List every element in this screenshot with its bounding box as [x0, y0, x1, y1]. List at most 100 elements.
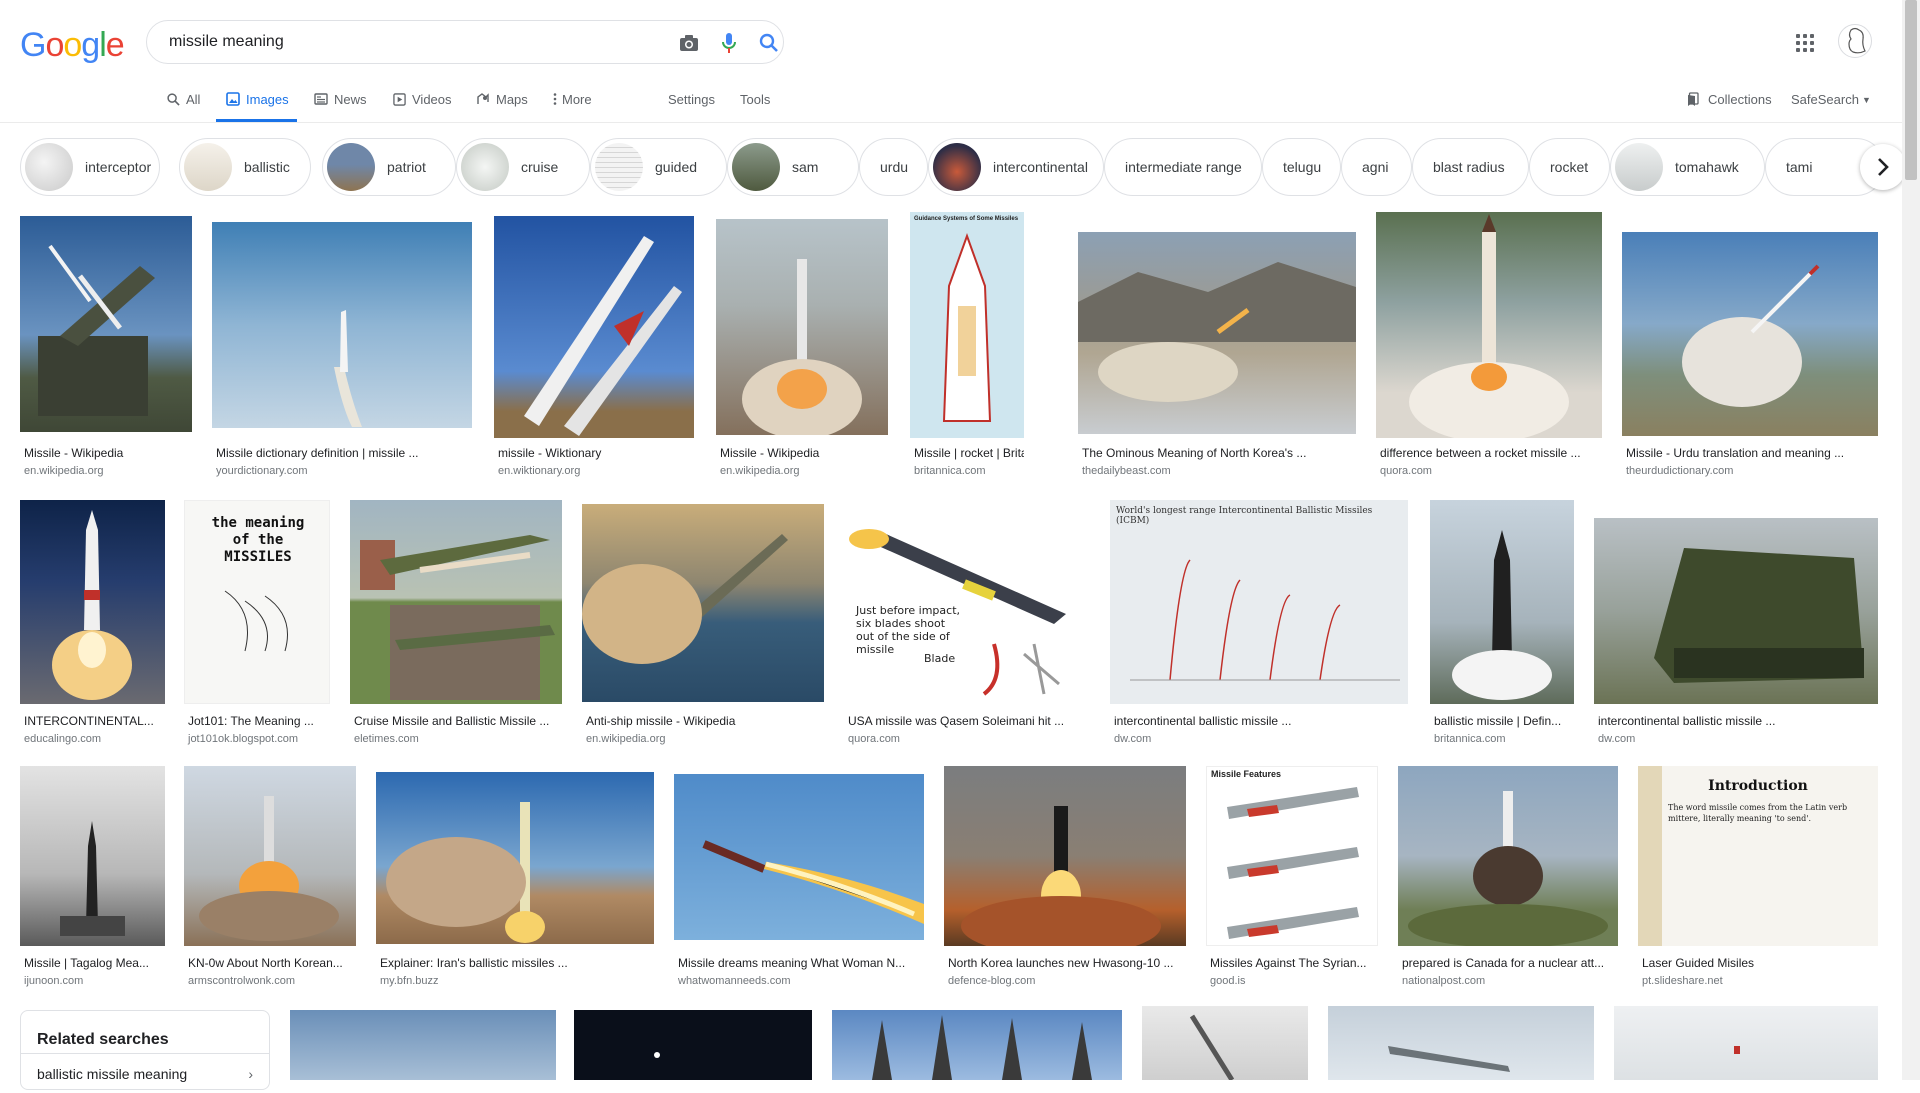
result-source[interactable]: en.wiktionary.org	[498, 465, 580, 477]
tab-maps[interactable]: Maps	[476, 86, 528, 122]
google-logo[interactable]: Google	[20, 26, 125, 65]
result-title[interactable]: Missile | rocket | Britan...	[914, 446, 1024, 460]
result-title[interactable]: INTERCONTINENTAL...	[24, 714, 165, 728]
result-title[interactable]: Anti-ship missile - Wikipedia	[586, 714, 824, 728]
apps-grid-icon[interactable]	[1796, 34, 1814, 52]
result-image[interactable]	[20, 500, 165, 704]
result-source[interactable]: good.is	[1210, 975, 1245, 987]
image-result[interactable]: Missile | Tagalog Mea... ijunoon.com	[20, 766, 165, 996]
result-image[interactable]	[494, 216, 694, 438]
result-image[interactable]	[20, 766, 165, 946]
result-title[interactable]: Explainer: Iran's ballistic missiles ...	[380, 956, 654, 970]
result-image[interactable]	[1078, 232, 1356, 434]
tab-videos[interactable]: Videos	[392, 86, 452, 122]
image-result[interactable]: North Korea launches new Hwasong-10 ... …	[944, 766, 1186, 996]
result-source[interactable]: nationalpost.com	[1402, 975, 1485, 987]
result-source[interactable]: dw.com	[1598, 733, 1635, 745]
result-image[interactable]: World's longest range Intercontinental B…	[1110, 500, 1408, 704]
image-result[interactable]: KN-0w About North Korean... armscontrolw…	[184, 766, 356, 996]
chip-rocket[interactable]: rocket	[1529, 138, 1610, 196]
result-image[interactable]	[582, 504, 824, 702]
result-image[interactable]: Just before impact, six blades shoot out…	[844, 504, 1090, 704]
result-title[interactable]: intercontinental ballistic missile ...	[1114, 714, 1408, 728]
result-image[interactable]	[290, 1010, 556, 1080]
image-result[interactable]: Introduction The word missile comes from…	[1638, 766, 1878, 996]
result-image[interactable]	[212, 222, 472, 428]
avatar[interactable]	[1838, 24, 1872, 58]
result-source[interactable]: quora.com	[848, 733, 900, 745]
related-search-item[interactable]: ballistic missile meaning ›	[21, 1053, 269, 1093]
result-image[interactable]	[20, 216, 192, 432]
chip-blast-radius[interactable]: blast radius	[1412, 138, 1529, 196]
microphone-icon[interactable]	[717, 31, 741, 55]
result-source[interactable]: britannica.com	[1434, 733, 1506, 745]
chip-patriot[interactable]: patriot	[322, 138, 456, 196]
image-result[interactable]: Missile Features Missiles Against The Sy…	[1206, 766, 1378, 996]
result-source[interactable]: educalingo.com	[24, 733, 101, 745]
result-title[interactable]: North Korea launches new Hwasong-10 ...	[948, 956, 1186, 970]
result-image[interactable]	[376, 772, 654, 944]
result-image[interactable]	[1328, 1006, 1594, 1080]
scrollbar-thumb[interactable]	[1905, 0, 1917, 180]
result-title[interactable]: KN-0w About North Korean...	[188, 956, 356, 970]
result-source[interactable]: en.wikipedia.org	[24, 465, 104, 477]
result-source[interactable]: eletimes.com	[354, 733, 419, 745]
result-image[interactable]	[1614, 1006, 1878, 1080]
result-image[interactable]	[1376, 212, 1602, 438]
chip-ballistic[interactable]: ballistic	[179, 138, 311, 196]
image-result[interactable]: Explainer: Iran's ballistic missiles ...…	[376, 766, 654, 996]
result-title[interactable]: Missile - Urdu translation and meaning .…	[1626, 446, 1878, 460]
image-result[interactable]: Missile dreams meaning What Woman N... w…	[674, 766, 924, 996]
result-title[interactable]: The Ominous Meaning of North Korea's ...	[1082, 446, 1356, 460]
chip-agni[interactable]: agni	[1341, 138, 1412, 196]
result-title[interactable]: Missile dreams meaning What Woman N...	[678, 956, 924, 970]
result-source[interactable]: dw.com	[1114, 733, 1151, 745]
image-result[interactable]: World's longest range Intercontinental B…	[1110, 500, 1408, 750]
result-image[interactable]	[1398, 766, 1618, 946]
result-title[interactable]: intercontinental ballistic missile ...	[1598, 714, 1878, 728]
result-title[interactable]: prepared is Canada for a nuclear att...	[1402, 956, 1618, 970]
result-image[interactable]	[1430, 500, 1574, 704]
image-result[interactable]: prepared is Canada for a nuclear att... …	[1398, 766, 1618, 996]
result-image[interactable]: Guidance Systems of Some Missiles	[910, 212, 1024, 438]
safesearch-menu[interactable]: SafeSearch ▼	[1791, 86, 1871, 122]
result-source[interactable]: my.bfn.buzz	[380, 975, 439, 987]
tab-settings[interactable]: Settings	[668, 86, 715, 122]
result-image[interactable]	[574, 1010, 812, 1080]
tab-tools[interactable]: Tools	[740, 86, 770, 122]
chip-sam[interactable]: sam	[727, 138, 859, 196]
image-result[interactable]: Missile dictionary definition | missile …	[212, 216, 472, 480]
image-result[interactable]: Missile - Urdu translation and meaning .…	[1622, 216, 1878, 480]
image-result[interactable]: Missile - Wikipedia en.wikipedia.org	[20, 216, 192, 480]
image-result[interactable]: INTERCONTINENTAL... educalingo.com	[20, 500, 165, 750]
result-title[interactable]: missile - Wiktionary	[498, 446, 694, 460]
result-source[interactable]: en.wikipedia.org	[720, 465, 800, 477]
result-source[interactable]: yourdictionary.com	[216, 465, 308, 477]
result-title[interactable]: Laser Guided Misiles	[1642, 956, 1878, 970]
chip-cruise[interactable]: cruise	[456, 138, 590, 196]
image-result[interactable]: ballistic missile | Defin... britannica.…	[1430, 500, 1574, 750]
result-title[interactable]: Missile - Wikipedia	[720, 446, 888, 460]
result-image[interactable]: Missile Features	[1206, 766, 1378, 946]
chip-interceptor[interactable]: interceptor	[20, 138, 160, 196]
chevron-right-icon[interactable]	[1860, 144, 1906, 190]
result-title[interactable]: USA missile was Qasem Soleimani hit ...	[848, 714, 1090, 728]
result-source[interactable]: en.wikipedia.org	[586, 733, 666, 745]
chip-intercontinental[interactable]: intercontinental	[928, 138, 1104, 196]
result-title[interactable]: Missile - Wikipedia	[24, 446, 192, 460]
image-result[interactable]: Anti-ship missile - Wikipedia en.wikiped…	[582, 500, 824, 750]
tab-all[interactable]: All	[166, 86, 200, 122]
result-source[interactable]: thedailybeast.com	[1082, 465, 1171, 477]
image-result[interactable]: intercontinental ballistic missile ... d…	[1594, 500, 1878, 750]
result-title[interactable]: Missiles Against The Syrian...	[1210, 956, 1378, 970]
image-result[interactable]: difference between a rocket missile ... …	[1376, 212, 1602, 480]
camera-icon[interactable]	[677, 31, 701, 55]
result-image[interactable]	[716, 219, 888, 435]
image-result[interactable]: Cruise Missile and Ballistic Missile ...…	[350, 500, 562, 750]
chip-guided[interactable]: guided	[590, 138, 727, 196]
result-image[interactable]	[674, 774, 924, 940]
tab-more[interactable]: More	[552, 86, 592, 122]
result-source[interactable]: ijunoon.com	[24, 975, 83, 987]
image-result[interactable]: the meaning of the MISSILES Jot101: The …	[184, 500, 330, 750]
result-image[interactable]	[350, 500, 562, 704]
